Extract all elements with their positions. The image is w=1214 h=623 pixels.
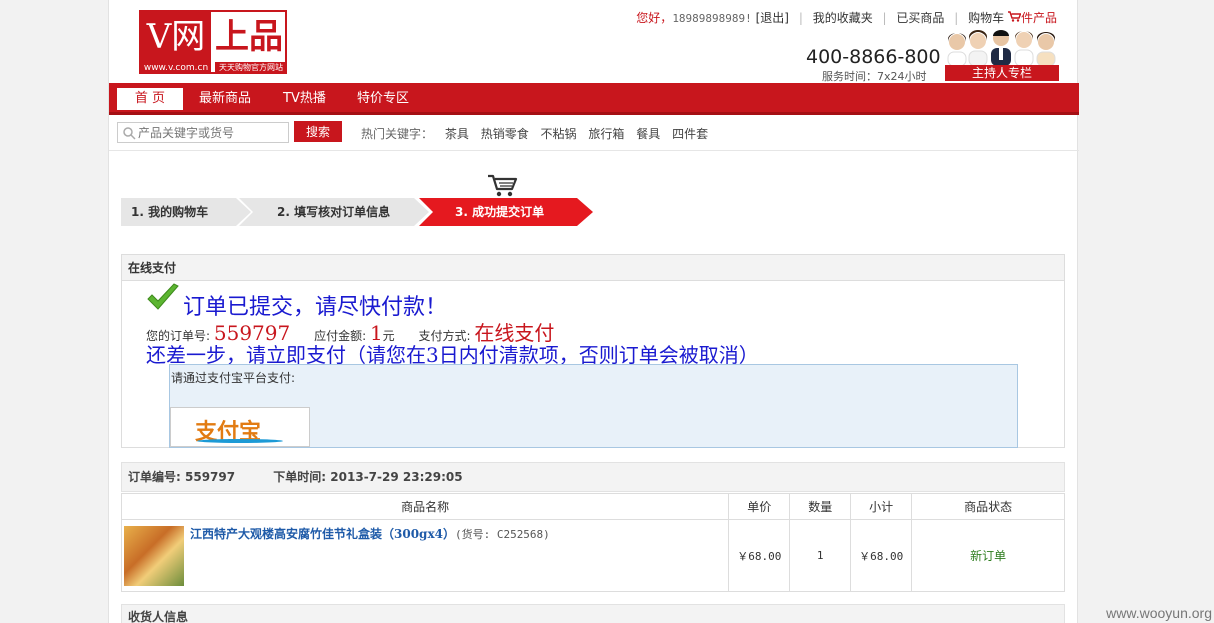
step-submitted: 3. 成功提交订单 xyxy=(419,198,593,226)
order-meta-bar: 订单编号: 559797 下单时间: 2013-7-29 23:29:05 xyxy=(121,462,1065,492)
nav-specials[interactable]: 特价专区 xyxy=(351,88,415,110)
hot-keyword[interactable]: 不粘锅 xyxy=(541,127,577,141)
logout-link[interactable]: [退出] xyxy=(756,11,789,25)
nav-tv-hot[interactable]: TV热播 xyxy=(277,88,332,110)
col-status: 商品状态 xyxy=(911,493,1065,520)
step-cart: 1. 我的购物车 xyxy=(121,198,251,226)
logo-url: www.v.com.cn xyxy=(141,62,211,74)
nav-new-products[interactable]: 最新商品 xyxy=(193,88,257,110)
host-column-banner[interactable]: 主持人专栏 xyxy=(945,28,1059,81)
order-status: 新订单 xyxy=(911,519,1065,592)
quantity: 1 xyxy=(789,519,852,592)
divider: | xyxy=(882,11,887,25)
site-logo[interactable]: V网 上品 www.v.com.cn 天天购物官方网站 xyxy=(139,10,287,74)
divider: | xyxy=(954,11,959,25)
hot-keyword[interactable]: 茶具 xyxy=(445,127,469,141)
main-nav: 首 页 最新商品 TV热播 特价专区 xyxy=(109,83,1079,115)
payment-platform-box: 请通过支付宝平台支付: 支付宝 xyxy=(169,364,1018,448)
subtotal: ￥68.00 xyxy=(850,519,913,592)
hot-keyword[interactable]: 热销零食 xyxy=(481,127,529,141)
order-no-label: 订单编号: xyxy=(128,470,181,484)
col-subtotal: 小计 xyxy=(850,493,913,520)
receiver-info-header: 收货人信息 xyxy=(121,604,1065,623)
table-header-row: 商品名称 单价 数量 小计 商品状态 xyxy=(120,493,1065,520)
user-phone: 18989898989! xyxy=(672,12,752,25)
cart-small-icon xyxy=(1007,11,1022,22)
alipay-swoosh-icon xyxy=(197,439,283,443)
order-items-table: 商品名称 单价 数量 小计 商品状态 江西特产大观楼高安腐竹佳节礼盒装（300g… xyxy=(120,493,1065,592)
step-fill-order: 2. 填写核对订单信息 xyxy=(239,198,429,226)
host-column-button[interactable]: 主持人专栏 xyxy=(945,65,1059,81)
hosts-photo-icon xyxy=(947,30,1056,66)
search-bar: 搜索 热门关键字： 茶具 热销零食 不粘锅 旅行箱 餐具 四件套 xyxy=(109,115,1079,151)
divider: | xyxy=(798,11,803,25)
hot-keywords-label: 热门关键字： xyxy=(361,127,434,141)
col-unit-price: 单价 xyxy=(728,493,791,520)
col-product-name: 商品名称 xyxy=(120,493,730,520)
favorites-link[interactable]: 我的收藏夹 xyxy=(813,11,873,25)
product-thumbnail[interactable] xyxy=(124,526,184,586)
logo-mark: V网 xyxy=(141,12,211,62)
search-field[interactable] xyxy=(117,122,289,143)
order-no-value: 559797 xyxy=(185,470,236,484)
logo-name: 上品 xyxy=(215,17,283,57)
table-row: 江西特产大观楼高安腐竹佳节礼盒装（300gx4）(货号: C252568) ￥6… xyxy=(120,519,1065,592)
check-icon xyxy=(147,283,179,310)
product-name-link[interactable]: 江西特产大观楼高安腐竹佳节礼盒装（300gx4） xyxy=(190,527,455,541)
purchased-link[interactable]: 已买商品 xyxy=(896,11,944,25)
search-icon xyxy=(123,127,136,140)
panel-title: 在线支付 xyxy=(122,255,1064,281)
unit-price: ￥68.00 xyxy=(728,519,791,592)
platform-label: 请通过支付宝平台支付: xyxy=(171,371,296,385)
order-time-label: 下单时间: xyxy=(273,470,327,484)
logo-slogan: 天天购物官方网站 xyxy=(215,62,287,74)
shopping-cart-icon xyxy=(488,174,518,197)
cart-count-label: 件产品 xyxy=(1020,11,1057,25)
alipay-button[interactable]: 支付宝 xyxy=(170,407,310,447)
top-links: 您好，18989898989! [退出] | 我的收藏夹 | 已买商品 | 购物… xyxy=(636,9,1057,26)
payment-panel: 在线支付 订单已提交，请尽快付款！ 您的订单号: 559797 应付金额: 1元… xyxy=(121,254,1065,448)
hot-keyword[interactable]: 餐具 xyxy=(636,127,660,141)
product-cell: 江西特产大观楼高安腐竹佳节礼盒装（300gx4）(货号: C252568) xyxy=(120,519,730,592)
watermark: www.wooyun.org xyxy=(1106,605,1212,621)
page-container: V网 上品 www.v.com.cn 天天购物官方网站 您好，189898989… xyxy=(108,0,1079,623)
search-input[interactable] xyxy=(138,124,286,141)
col-quantity: 数量 xyxy=(789,493,852,520)
greeting: 您好， xyxy=(636,11,673,25)
search-button[interactable]: 搜索 xyxy=(294,121,342,142)
cart-link[interactable]: 购物车 xyxy=(968,11,1004,25)
service-hours: 服务时间：7x24小时 xyxy=(822,70,927,83)
hot-keyword[interactable]: 四件套 xyxy=(672,127,708,141)
hot-keyword[interactable]: 旅行箱 xyxy=(588,127,624,141)
product-code: (货号: C252568) xyxy=(454,528,550,541)
cart-count-link[interactable]: 件产品 xyxy=(1007,11,1057,25)
nav-home[interactable]: 首 页 xyxy=(117,88,183,110)
hotline-number: 400-8866-800 xyxy=(806,46,941,68)
order-time-value: 2013-7-29 23:29:05 xyxy=(330,470,463,484)
hot-keywords: 热门关键字： 茶具 热销零食 不粘锅 旅行箱 餐具 四件套 xyxy=(361,125,708,142)
